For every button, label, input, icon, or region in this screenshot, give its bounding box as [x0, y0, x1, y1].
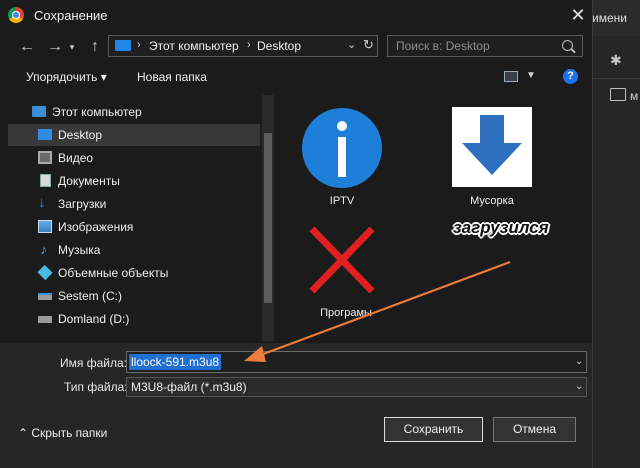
address-bar[interactable]: › Этот компьютер › Desktop ⌄ ↻	[108, 35, 378, 57]
desktop-icon	[38, 129, 52, 140]
file-item-programs[interactable]: Програмы	[300, 221, 384, 331]
computer-icon	[115, 40, 131, 51]
music-icon: ♪	[40, 241, 47, 257]
title-bar: Сохранение ✕	[0, 0, 592, 30]
sidebar-item-video[interactable]: Видео	[8, 147, 260, 169]
file-label: Мусорка	[470, 195, 514, 207]
save-button[interactable]: Сохранить	[384, 417, 483, 442]
annotation-text: загрузился	[453, 218, 549, 237]
sidebar-item-label: Изображения	[58, 220, 134, 234]
sidebar-item-music[interactable]: ♪ Музыка	[8, 239, 260, 261]
computer-icon	[32, 106, 46, 117]
organize-button[interactable]: Упорядочить ▾	[26, 70, 107, 84]
chevron-down-icon[interactable]: ▼	[526, 70, 536, 81]
downloads-icon: ↓	[38, 194, 46, 211]
sidebar-scrollbar[interactable]	[262, 95, 274, 341]
filetype-select[interactable]: M3U8-файл (*.m3u8) ⌄	[126, 377, 587, 397]
recent-dropdown[interactable]: ▾	[66, 36, 78, 58]
file-label: IPTV	[329, 195, 355, 207]
navigation-pane: Этот компьютер Desktop Видео Документы ↓…	[8, 95, 274, 341]
view-icon[interactable]	[504, 71, 518, 82]
video-icon	[38, 151, 52, 164]
down-arrow-icon	[452, 107, 532, 187]
file-label: Програмы	[320, 307, 372, 319]
documents-icon	[40, 174, 51, 187]
sidebar-item-label: Загрузки	[58, 197, 107, 211]
breadcrumb-this-pc[interactable]: Этот компьютер	[149, 39, 239, 53]
refresh-icon[interactable]: ↻	[363, 37, 374, 53]
filetype-value: M3U8-файл (*.m3u8)	[131, 380, 247, 394]
background-header-text: имени	[592, 11, 627, 25]
close-button[interactable]: ✕	[566, 3, 590, 27]
sidebar-item-documents[interactable]: Документы	[8, 170, 260, 192]
chrome-icon	[8, 7, 24, 23]
sidebar-item-label: Sestem (C:)	[58, 289, 123, 303]
back-button[interactable]: ←	[16, 36, 38, 58]
folder-icon	[610, 88, 626, 101]
background-divider	[590, 78, 640, 79]
search-icon	[562, 40, 573, 51]
file-item-iptv[interactable]: IPTV	[300, 107, 384, 217]
filetype-label: Тип файла:	[64, 380, 128, 394]
breadcrumb-desktop[interactable]: Desktop	[257, 39, 301, 53]
scrollbar-thumb[interactable]	[264, 133, 272, 303]
filename-label: Имя файла:	[60, 356, 127, 370]
dialog-title: Сохранение	[34, 8, 108, 23]
3d-objects-icon	[37, 264, 53, 281]
filename-value: lloock-591.m3u8	[129, 354, 222, 370]
forward-button[interactable]: →	[44, 36, 66, 58]
up-button[interactable]: ↑	[84, 36, 106, 58]
sidebar-item-drive-d[interactable]: Domland (D:)	[8, 308, 260, 330]
breadcrumb-separator: ›	[137, 39, 141, 51]
chevron-down-icon[interactable]: ⌄	[575, 356, 583, 367]
filename-input[interactable]: lloock-591.m3u8 ⌄	[126, 351, 587, 373]
sidebar-item-this-pc[interactable]: Этот компьютер	[8, 101, 260, 123]
pin-icon[interactable]: ✱	[610, 52, 622, 69]
background-folder-label: м	[630, 89, 639, 103]
sidebar-item-label: Объемные объекты	[58, 266, 169, 280]
sidebar-item-label: Domland (D:)	[58, 312, 130, 326]
sidebar-item-images[interactable]: Изображения	[8, 216, 260, 238]
info-icon	[302, 108, 382, 188]
chevron-down-icon[interactable]: ⌄	[347, 38, 356, 51]
sidebar-item-drive-c[interactable]: Sestem (C:)	[8, 285, 260, 307]
hide-folders-button[interactable]: ⌃ Скрыть папки	[18, 426, 107, 440]
sidebar-item-3d-objects[interactable]: Объемные объекты	[8, 262, 260, 284]
sidebar-item-label: Видео	[58, 151, 94, 165]
help-button[interactable]: ?	[563, 69, 578, 84]
sidebar-item-label: Музыка	[58, 243, 101, 257]
new-folder-button[interactable]: Новая папка	[137, 70, 207, 84]
file-item-musorka[interactable]: Мусорка	[452, 107, 536, 217]
search-input[interactable]: Поиск в: Desktop	[387, 35, 583, 57]
breadcrumb-separator: ›	[247, 39, 251, 51]
red-x-icon	[309, 226, 375, 294]
sidebar-item-label: Desktop	[58, 128, 103, 142]
search-placeholder: Поиск в: Desktop	[396, 39, 490, 53]
sidebar-item-label: Документы	[58, 174, 120, 188]
drive-c-icon	[38, 293, 52, 300]
sidebar-item-desktop[interactable]: Desktop	[8, 124, 260, 146]
sidebar-item-label: Этот компьютер	[52, 105, 142, 119]
chevron-down-icon[interactable]: ⌄	[575, 381, 583, 392]
sidebar-item-downloads[interactable]: ↓ Загрузки	[8, 193, 260, 215]
drive-d-icon	[38, 316, 52, 323]
images-icon	[38, 220, 52, 233]
cancel-button[interactable]: Отмена	[493, 417, 576, 442]
